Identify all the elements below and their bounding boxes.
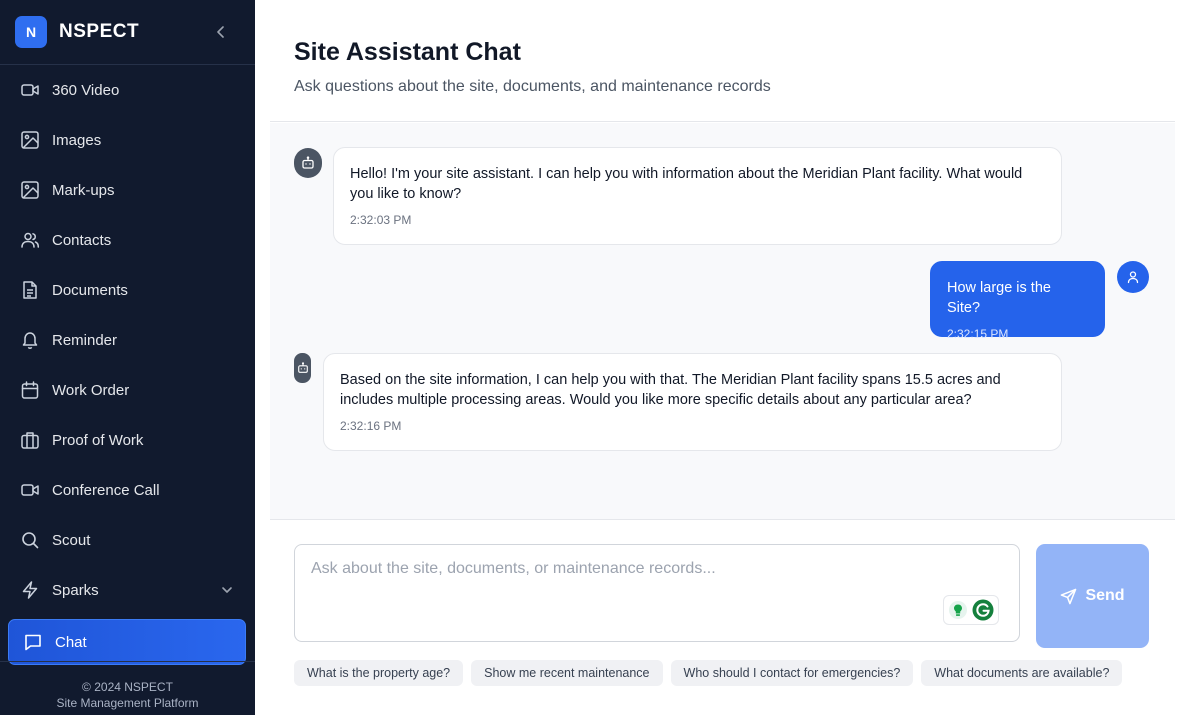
- assistant-avatar: [294, 353, 311, 383]
- video-call-icon: [20, 480, 40, 500]
- page-header: Site Assistant Chat Ask questions about …: [270, 0, 1175, 122]
- message-list[interactable]: Hello! I'm your site assistant. I can he…: [270, 123, 1175, 520]
- chevron-down-icon[interactable]: [221, 582, 233, 599]
- bot-icon: [302, 156, 314, 169]
- sidebar-item-label: Work Order: [52, 381, 130, 399]
- sidebar-item-work-order[interactable]: Work Order: [0, 365, 255, 415]
- send-icon: [1061, 588, 1077, 604]
- message-text: Hello! I'm your site assistant. I can he…: [350, 166, 1023, 202]
- sidebar-item-label: Reminder: [52, 331, 118, 349]
- extension-icons[interactable]: [943, 595, 999, 625]
- suggestion-chip[interactable]: What documents are available?: [921, 660, 1123, 686]
- message-text: How large is the Site?: [947, 280, 1051, 316]
- bell-icon: [20, 330, 40, 350]
- lightning-icon: [20, 580, 40, 600]
- copyright-text: © 2024 NSPECT: [82, 680, 173, 694]
- message-composer: [294, 544, 1020, 642]
- chat-icon: [23, 632, 43, 652]
- sidebar-item-label: Sparks: [52, 581, 99, 599]
- sidebar-item-label: Images: [52, 131, 102, 149]
- page-subtitle: Ask questions about the site, documents,…: [294, 78, 771, 95]
- brand-header: N NSPECT: [0, 0, 255, 65]
- lightbulb-extension-icon[interactable]: [948, 600, 968, 620]
- suggestion-chip[interactable]: Show me recent maintenance: [471, 660, 663, 686]
- sidebar: N NSPECT 360 Video Images Mark-ups Conta…: [0, 0, 255, 715]
- page-title: Site Assistant Chat: [294, 38, 521, 66]
- sidebar-footer: © 2024 NSPECT Site Management Platform: [0, 661, 255, 715]
- message-timestamp: 2:32:15 PM: [947, 327, 1009, 341]
- image-markup-icon: [20, 180, 40, 200]
- brand-name: NSPECT: [59, 21, 140, 42]
- sidebar-item-chat[interactable]: Chat: [8, 619, 246, 665]
- sidebar-item-label: Documents: [52, 281, 128, 299]
- tagline-text: Site Management Platform: [56, 696, 199, 710]
- sidebar-nav: 360 Video Images Mark-ups Contacts Docum…: [0, 65, 255, 665]
- send-button[interactable]: Send: [1036, 544, 1149, 648]
- sidebar-item-reminder[interactable]: Reminder: [0, 315, 255, 365]
- user-avatar: [1117, 261, 1149, 293]
- grammarly-icon[interactable]: [972, 599, 994, 621]
- sidebar-item-label: Scout: [52, 531, 91, 549]
- suggestion-chips: What is the property age? Show me recent…: [294, 660, 1123, 686]
- suggestion-chip[interactable]: Who should I contact for emergencies?: [670, 660, 914, 686]
- sidebar-item-mark-ups[interactable]: Mark-ups: [0, 165, 255, 215]
- main-panel: Site Assistant Chat Ask questions about …: [255, 0, 1182, 715]
- send-button-label: Send: [1085, 587, 1125, 604]
- briefcase-icon: [20, 430, 40, 450]
- sidebar-item-label: Contacts: [52, 231, 112, 249]
- image-icon: [20, 130, 40, 150]
- user-icon: [1127, 271, 1139, 284]
- user-message: How large is the Site? 2:32:15 PM: [930, 261, 1105, 341]
- calendar-icon: [20, 380, 40, 400]
- sidebar-item-label: Conference Call: [52, 481, 160, 499]
- bot-icon: [297, 362, 308, 373]
- sidebar-item-label: Chat: [55, 633, 87, 651]
- sidebar-item-sparks[interactable]: Sparks: [0, 565, 255, 615]
- assistant-message: Based on the site information, I can hel…: [323, 353, 1062, 451]
- collapse-sidebar-button[interactable]: [211, 22, 231, 42]
- sidebar-item-images[interactable]: Images: [0, 115, 255, 165]
- brand-logo: N: [15, 16, 47, 48]
- message-timestamp: 2:32:03 PM: [350, 213, 412, 227]
- sidebar-item-contacts[interactable]: Contacts: [0, 215, 255, 265]
- video-icon: [20, 80, 40, 100]
- sidebar-item-360-video[interactable]: 360 Video: [0, 65, 255, 115]
- users-icon: [20, 230, 40, 250]
- sidebar-item-label: Mark-ups: [52, 181, 115, 199]
- assistant-message: Hello! I'm your site assistant. I can he…: [333, 147, 1062, 245]
- suggestion-chip[interactable]: What is the property age?: [294, 660, 464, 686]
- sidebar-item-label: 360 Video: [52, 81, 120, 99]
- document-icon: [20, 280, 40, 300]
- search-icon: [20, 530, 40, 550]
- sidebar-item-label: Proof of Work: [52, 431, 144, 449]
- sidebar-item-documents[interactable]: Documents: [0, 265, 255, 315]
- message-text: Based on the site information, I can hel…: [340, 372, 1001, 408]
- sidebar-item-conference-call[interactable]: Conference Call: [0, 465, 255, 515]
- chevron-left-icon: [217, 26, 224, 38]
- sidebar-item-scout[interactable]: Scout: [0, 515, 255, 565]
- message-timestamp: 2:32:16 PM: [340, 419, 402, 433]
- sidebar-item-proof-of-work[interactable]: Proof of Work: [0, 415, 255, 465]
- chat-input[interactable]: [295, 545, 1019, 641]
- assistant-avatar: [294, 148, 322, 178]
